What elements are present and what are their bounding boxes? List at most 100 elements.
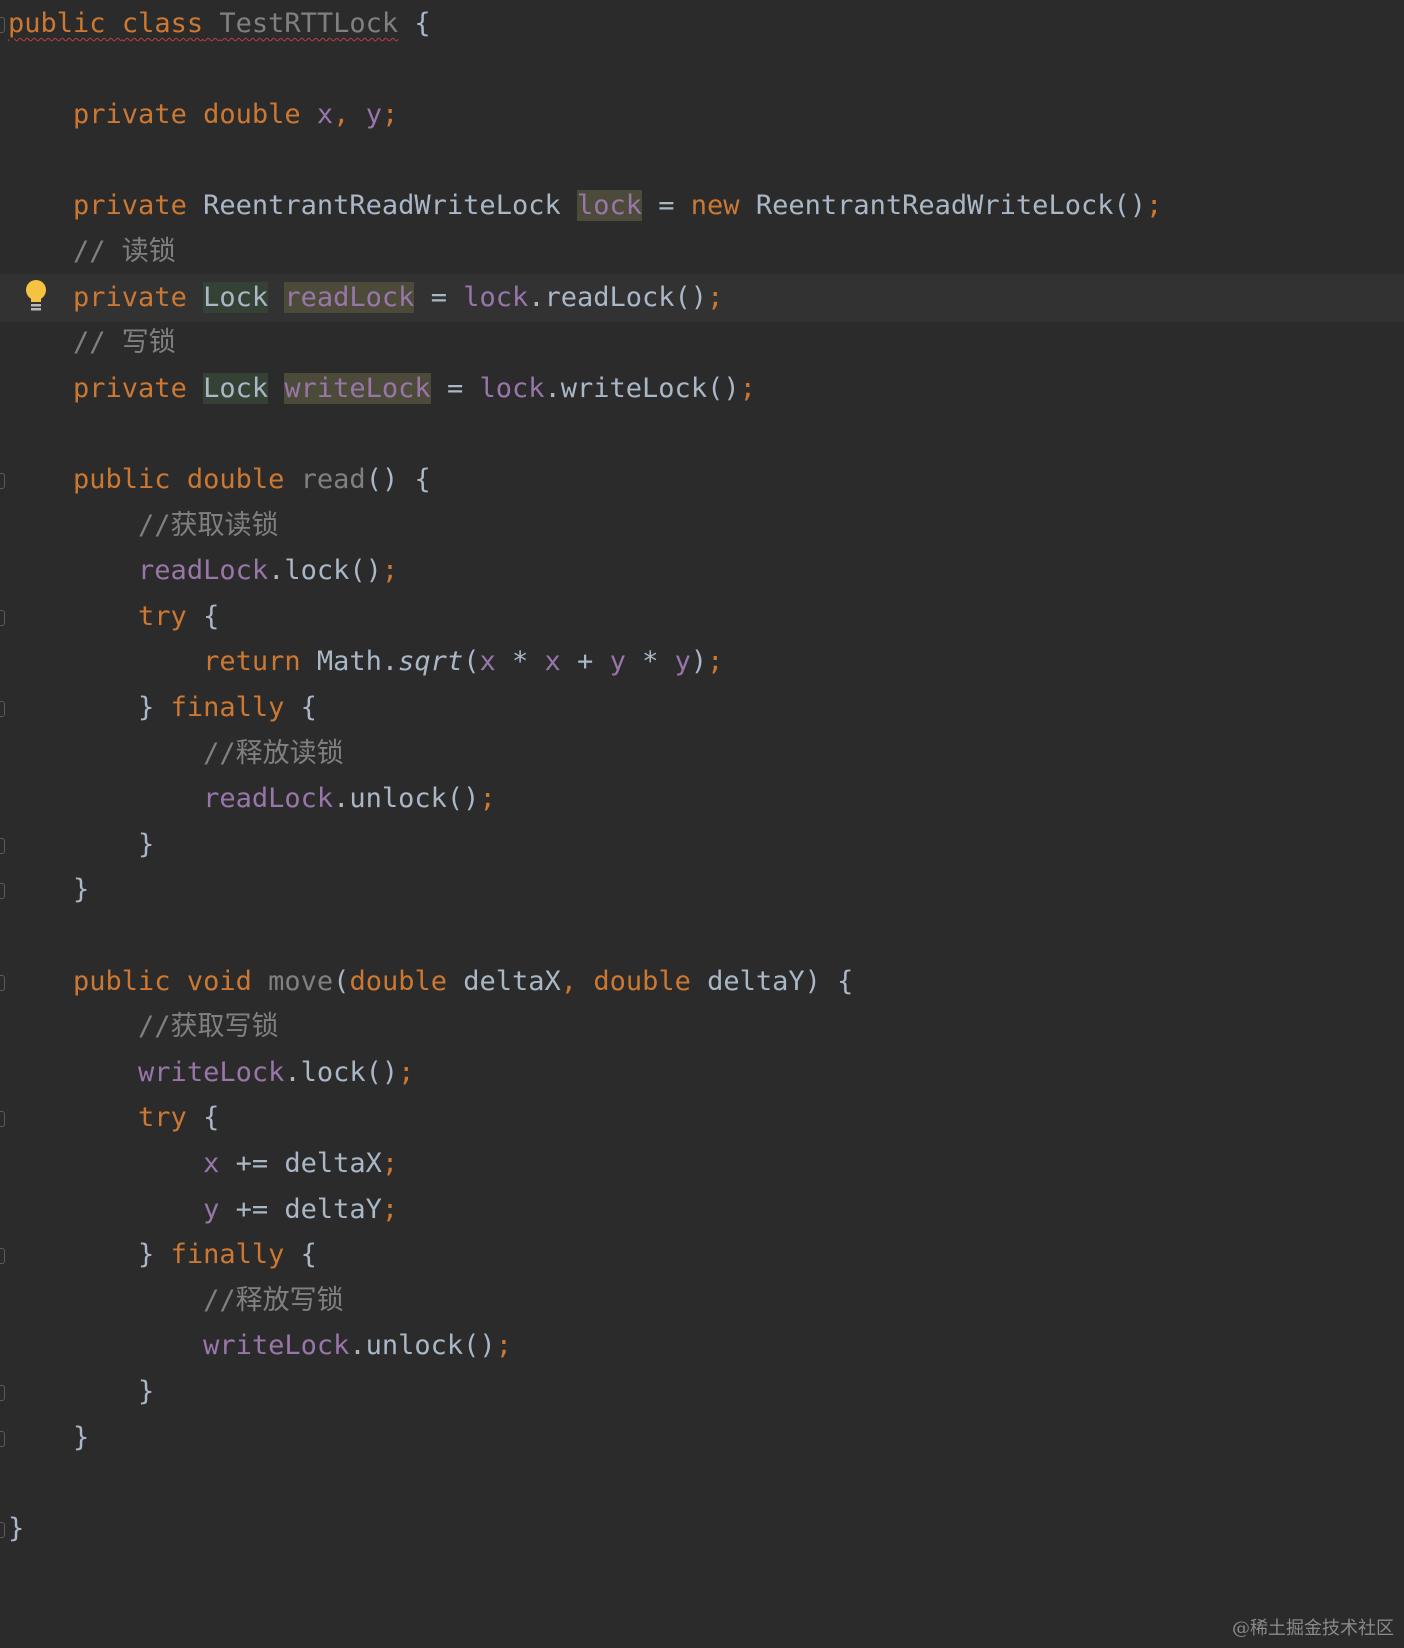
code-line[interactable]: writeLock.lock(); (0, 1049, 1404, 1097)
code-token: move (268, 965, 334, 997)
code-line[interactable]: x += deltaX; (0, 1140, 1404, 1188)
code-token: double (186, 464, 285, 495)
code-token: } (8, 692, 171, 723)
code-token: writeLock (138, 1056, 285, 1088)
code-token: ; (479, 783, 496, 815)
code-line[interactable]: } (0, 821, 1404, 869)
code-line[interactable]: try { (0, 1094, 1404, 1142)
code-line[interactable]: } finally { (0, 1231, 1404, 1279)
code-token: () { (365, 464, 431, 495)
fold-marker-icon[interactable] (0, 609, 5, 626)
fold-marker-icon[interactable] (0, 1385, 5, 1401)
code-line[interactable]: // 写锁 (0, 319, 1404, 367)
code-token: += deltaX (219, 1148, 382, 1179)
code-line[interactable]: } (0, 1368, 1404, 1416)
code-token: return (203, 646, 301, 678)
code-token: double (349, 965, 447, 997)
code-token: class (121, 8, 204, 39)
code-token: ; (495, 1330, 512, 1362)
code-line[interactable]: } (0, 1414, 1404, 1462)
code-token: sqrt (398, 646, 464, 678)
fold-marker-icon[interactable] (0, 837, 5, 854)
code-token: } (8, 828, 155, 860)
code-line[interactable] (0, 1459, 1404, 1507)
code-token: try (138, 600, 187, 632)
code-line[interactable]: return Math.sqrt(x * x + y * y); (0, 638, 1404, 686)
code-line[interactable]: // 读锁 (0, 228, 1404, 276)
code-token: = (414, 281, 464, 313)
code-line[interactable]: } (0, 866, 1404, 914)
code-line[interactable]: } (0, 1505, 1404, 1553)
code-token: //获取读锁 (138, 509, 279, 541)
code-line[interactable] (0, 912, 1404, 960)
fold-marker-icon[interactable] (0, 1111, 5, 1128)
code-token: readLock (138, 555, 269, 587)
code-line[interactable]: private Lock writeLock = lock.writeLock(… (0, 365, 1404, 413)
code-token: //获取写锁 (138, 1011, 279, 1043)
fold-marker-icon[interactable] (0, 17, 5, 33)
code-line[interactable]: public void move(double deltaX, double d… (0, 958, 1404, 1006)
fold-marker-icon[interactable] (0, 1430, 5, 1447)
code-token: lock (463, 281, 529, 313)
code-token: { (284, 692, 317, 723)
code-line[interactable]: //释放读锁 (0, 730, 1404, 778)
code-token: y (674, 646, 691, 678)
code-token: double (203, 99, 301, 131)
code-line[interactable]: public double read() { (0, 456, 1404, 504)
code-line[interactable]: private double x, y; (0, 91, 1404, 139)
code-token: } (8, 1512, 25, 1544)
code-line[interactable]: writeLock.unlock(); (0, 1322, 1404, 1370)
fold-marker-icon[interactable] (0, 1248, 5, 1265)
code-line[interactable]: try { (0, 593, 1404, 641)
fold-marker-icon[interactable] (0, 701, 5, 717)
code-line[interactable]: //获取写锁 (0, 1003, 1404, 1051)
code-line[interactable]: private Lock readLock = lock.readLock(); (0, 273, 1404, 322)
code-line[interactable] (0, 46, 1404, 94)
code-token: readLock (284, 281, 415, 313)
code-token: public (8, 8, 106, 39)
fold-marker-icon[interactable] (0, 473, 5, 489)
code-line[interactable]: } finally { (0, 684, 1404, 732)
code-token: readLock (203, 783, 334, 815)
code-token: ; (381, 1148, 399, 1179)
code-token: y (609, 646, 626, 678)
code-token: = (642, 190, 691, 222)
code-token: x (203, 1148, 220, 1179)
code-token: private (73, 99, 187, 131)
code-line[interactable]: y += deltaY; (0, 1186, 1404, 1234)
fold-marker-icon[interactable] (0, 974, 5, 991)
lightbulb-icon[interactable] (24, 279, 48, 313)
code-line[interactable]: //释放写锁 (0, 1277, 1404, 1325)
code-line[interactable]: private ReentrantReadWriteLock lock = ne… (0, 182, 1404, 230)
code-token: ; (739, 372, 756, 404)
fold-marker-icon[interactable] (0, 1521, 5, 1538)
code-token: // 读锁 (73, 236, 176, 267)
code-token: lock (576, 190, 643, 222)
code-line[interactable] (0, 410, 1404, 458)
fold-marker-icon[interactable] (0, 883, 5, 900)
code-line[interactable]: readLock.unlock(); (0, 775, 1404, 823)
code-token: .lock() (284, 1056, 399, 1088)
code-line[interactable]: readLock.lock(); (0, 547, 1404, 595)
code-editor[interactable]: public class TestRTTLock { private doubl… (0, 0, 1404, 1648)
code-line[interactable]: public class TestRTTLock { (0, 0, 1404, 48)
code-line[interactable]: //获取读锁 (0, 502, 1404, 550)
code-line[interactable] (0, 137, 1404, 185)
code-token: .unlock() (333, 783, 480, 815)
